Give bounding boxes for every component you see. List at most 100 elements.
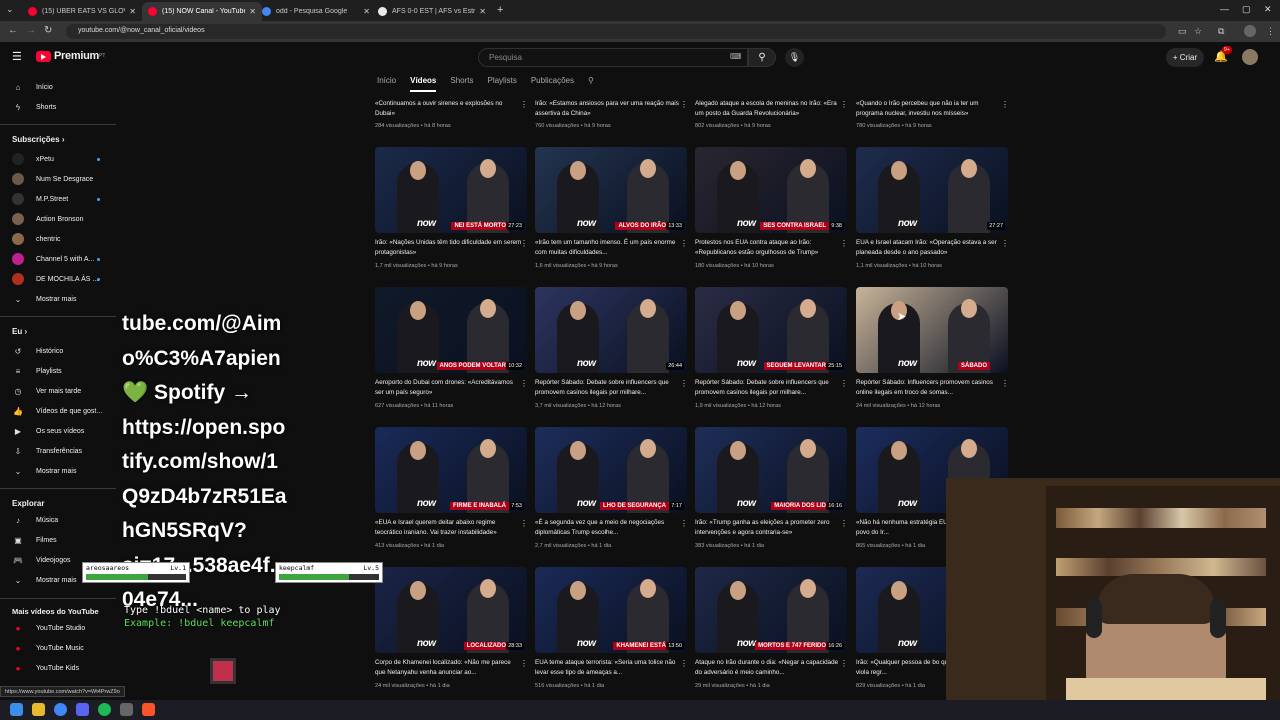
video-thumbnail[interactable]: now 27:27: [856, 147, 1008, 233]
more-options-icon[interactable]: ⋮: [840, 659, 848, 668]
video-title[interactable]: «Irão tem um tamanho imenso. É um país e…: [535, 238, 683, 257]
you-heading[interactable]: Eu ›: [12, 327, 27, 336]
video-thumbnail[interactable]: now MAIORIA DOS LID 16:16: [695, 427, 847, 513]
video-title[interactable]: Repórter Sábado: Debate sobre influencer…: [535, 378, 683, 397]
sidebar-item-you[interactable]: ≡ Playlists: [0, 361, 118, 381]
browser-tab[interactable]: odd - Pesquisa Google ✕: [256, 2, 376, 21]
browser-tab-active[interactable]: (15) NOW Canal - YouTube ✕: [142, 2, 262, 21]
video-title[interactable]: Corpo de Khamenei localizado: «Não me pa…: [375, 658, 523, 677]
sidebar-item-subscription[interactable]: Channel 5 with A...: [0, 249, 118, 269]
install-app-icon[interactable]: ▭: [1178, 26, 1187, 37]
video-title[interactable]: «Continuamos a ouvir sirenes e explosões…: [375, 99, 523, 118]
more-options-icon[interactable]: ⋮: [680, 379, 688, 388]
maximize-icon[interactable]: ▢: [1242, 4, 1251, 15]
sidebar-item-subscription[interactable]: Action Bronson: [0, 209, 118, 229]
reload-icon[interactable]: ↻: [44, 25, 52, 36]
sidebar-item-you[interactable]: ↺ Histórico: [0, 341, 118, 361]
video-thumbnail[interactable]: now FIRME E INABALÁ 7:53: [375, 427, 527, 513]
video-thumbnail[interactable]: now SÁBADO: [856, 287, 1008, 373]
bookmark-star-icon[interactable]: ☆: [1194, 26, 1202, 37]
discord-icon[interactable]: [76, 703, 89, 716]
sidebar-item-subscription[interactable]: chentric: [0, 229, 118, 249]
sidebar-item-you[interactable]: ▶ Os seus vídeos: [0, 421, 118, 441]
sidebar-item-home[interactable]: ⌂ Início: [0, 77, 118, 97]
channel-search-icon[interactable]: ⚲: [588, 76, 594, 92]
tab-posts[interactable]: Publicações: [531, 76, 574, 92]
search-button[interactable]: ⚲: [748, 48, 776, 67]
video-title[interactable]: Alegado ataque a escola de meninas no Ir…: [695, 99, 843, 118]
tab-search-icon[interactable]: ⌄: [6, 4, 14, 15]
browser-tab[interactable]: (15) UBER EATS VS GLOVO | C...✕: [22, 2, 142, 21]
more-options-icon[interactable]: ⋮: [680, 239, 688, 248]
more-options-icon[interactable]: ⋮: [840, 379, 848, 388]
browser-tab[interactable]: AFS 0-0 EST | AFS vs Estrela da...✕: [372, 2, 492, 21]
sidebar-show-more[interactable]: ⌄ Mostrar mais: [0, 289, 118, 309]
app-icon[interactable]: [120, 703, 133, 716]
sidebar-item-explore[interactable]: ♪ Música: [0, 510, 118, 530]
sidebar-item-subscription[interactable]: xPetu: [0, 149, 118, 169]
video-thumbnail[interactable]: now LHO DE SEGURANÇA 7:17: [535, 427, 687, 513]
spotify-icon[interactable]: [98, 703, 111, 716]
video-title[interactable]: EUA teme ataque terrorista: «Seria uma t…: [535, 658, 683, 677]
video-title[interactable]: «EUA e Israel querem deitar abaixo regim…: [375, 518, 523, 537]
voice-search-icon[interactable]: 🎙: [785, 48, 804, 67]
more-options-icon[interactable]: ⋮: [520, 239, 528, 248]
video-thumbnail[interactable]: now ALVOS DO IRÃO 13:33: [535, 147, 687, 233]
sidebar-item-you[interactable]: ◷ Ver mais tarde: [0, 381, 118, 401]
more-options-icon[interactable]: ⋮: [520, 379, 528, 388]
video-title[interactable]: «Quando o Irão percebeu que não ia ter u…: [856, 99, 1004, 118]
close-tab-icon[interactable]: ✕: [363, 7, 370, 16]
address-input[interactable]: youtube.com/@now_canal_oficial/videos: [66, 24, 1166, 39]
more-options-icon[interactable]: ⋮: [680, 659, 688, 668]
more-options-icon[interactable]: ⋮: [1001, 239, 1009, 248]
minimize-icon[interactable]: —: [1220, 4, 1229, 14]
hamburger-menu-icon[interactable]: ☰: [12, 50, 22, 63]
sidebar-item-you[interactable]: ⌄ Mostrar mais: [0, 461, 118, 481]
sidebar-item-explore[interactable]: ▣ Filmes: [0, 530, 118, 550]
sidebar-item-youtube-app[interactable]: ● YouTube Kids: [0, 658, 118, 678]
tab-home[interactable]: Início: [377, 76, 396, 92]
create-button[interactable]: + Criar: [1166, 48, 1204, 67]
more-options-icon[interactable]: ⋮: [840, 100, 848, 109]
sidebar-item-youtube-app[interactable]: ● YouTube Music: [0, 638, 118, 658]
more-options-icon[interactable]: ⋮: [520, 519, 528, 528]
brave-icon[interactable]: [142, 703, 155, 716]
subscriptions-heading[interactable]: Subscrições ›: [12, 135, 64, 144]
video-thumbnail[interactable]: now LOCALIZADO 28:33: [375, 567, 527, 653]
video-title[interactable]: Irão: «Nações Unidas têm tido dificuldad…: [375, 238, 523, 257]
search-input[interactable]: Pesquisa: [478, 48, 748, 67]
tab-shorts[interactable]: Shorts: [450, 76, 473, 92]
sidebar-item-you[interactable]: ⇩ Transferências: [0, 441, 118, 461]
close-window-icon[interactable]: ✕: [1264, 4, 1272, 15]
video-thumbnail[interactable]: now ANOS PODEM VOLTAR 10:32: [375, 287, 527, 373]
more-options-icon[interactable]: ⋮: [840, 519, 848, 528]
video-title[interactable]: EUA e Israel atacam Irão: «Operação esta…: [856, 238, 1004, 257]
video-title[interactable]: «É a segunda vez que a meio de negociaçõ…: [535, 518, 683, 537]
sidebar-item-you[interactable]: 👍 Vídeos de que gost...: [0, 401, 118, 421]
sidebar-item-subscription[interactable]: DE MOCHILA ÀS ...: [0, 269, 118, 289]
back-icon[interactable]: ←: [8, 25, 18, 36]
youtube-logo[interactable]: Premium PT: [36, 50, 105, 62]
more-options-icon[interactable]: ⋮: [520, 659, 528, 668]
video-thumbnail[interactable]: now MORTOS E 747 FERIDO 16:26: [695, 567, 847, 653]
profile-icon[interactable]: [1244, 25, 1256, 37]
more-options-icon[interactable]: ⋮: [1001, 100, 1009, 109]
more-options-icon[interactable]: ⋮: [680, 519, 688, 528]
sidebar-item-subscription[interactable]: M.P.Street: [0, 189, 118, 209]
close-tab-icon[interactable]: ✕: [249, 7, 256, 16]
chrome-icon[interactable]: [54, 703, 67, 716]
sidebar-item-youtube-app[interactable]: ● YouTube Studio: [0, 618, 118, 638]
browser-menu-icon[interactable]: ⋮: [1266, 26, 1275, 37]
video-thumbnail[interactable]: now 26:44: [535, 287, 687, 373]
video-title[interactable]: Protestos nos EUA contra ataque ao Irão:…: [695, 238, 843, 257]
close-tab-icon[interactable]: ✕: [479, 7, 486, 16]
video-title[interactable]: Repórter Sábado: Influencers promovem ca…: [856, 378, 1004, 397]
video-title[interactable]: Irão: «Trump ganha as eleições a promete…: [695, 518, 843, 537]
video-thumbnail[interactable]: now SEGUEM LEVANTAR 25:15: [695, 287, 847, 373]
new-tab-icon[interactable]: +: [497, 4, 503, 16]
video-title[interactable]: Ataque no Irão durante o dia: «Negar a c…: [695, 658, 843, 677]
video-thumbnail[interactable]: now SES CONTRA ISRAEL 9:38: [695, 147, 847, 233]
video-title[interactable]: Aeroporto do Dubai com drones: «Acreditá…: [375, 378, 523, 397]
more-options-icon[interactable]: ⋮: [520, 100, 528, 109]
close-tab-icon[interactable]: ✕: [129, 7, 136, 16]
